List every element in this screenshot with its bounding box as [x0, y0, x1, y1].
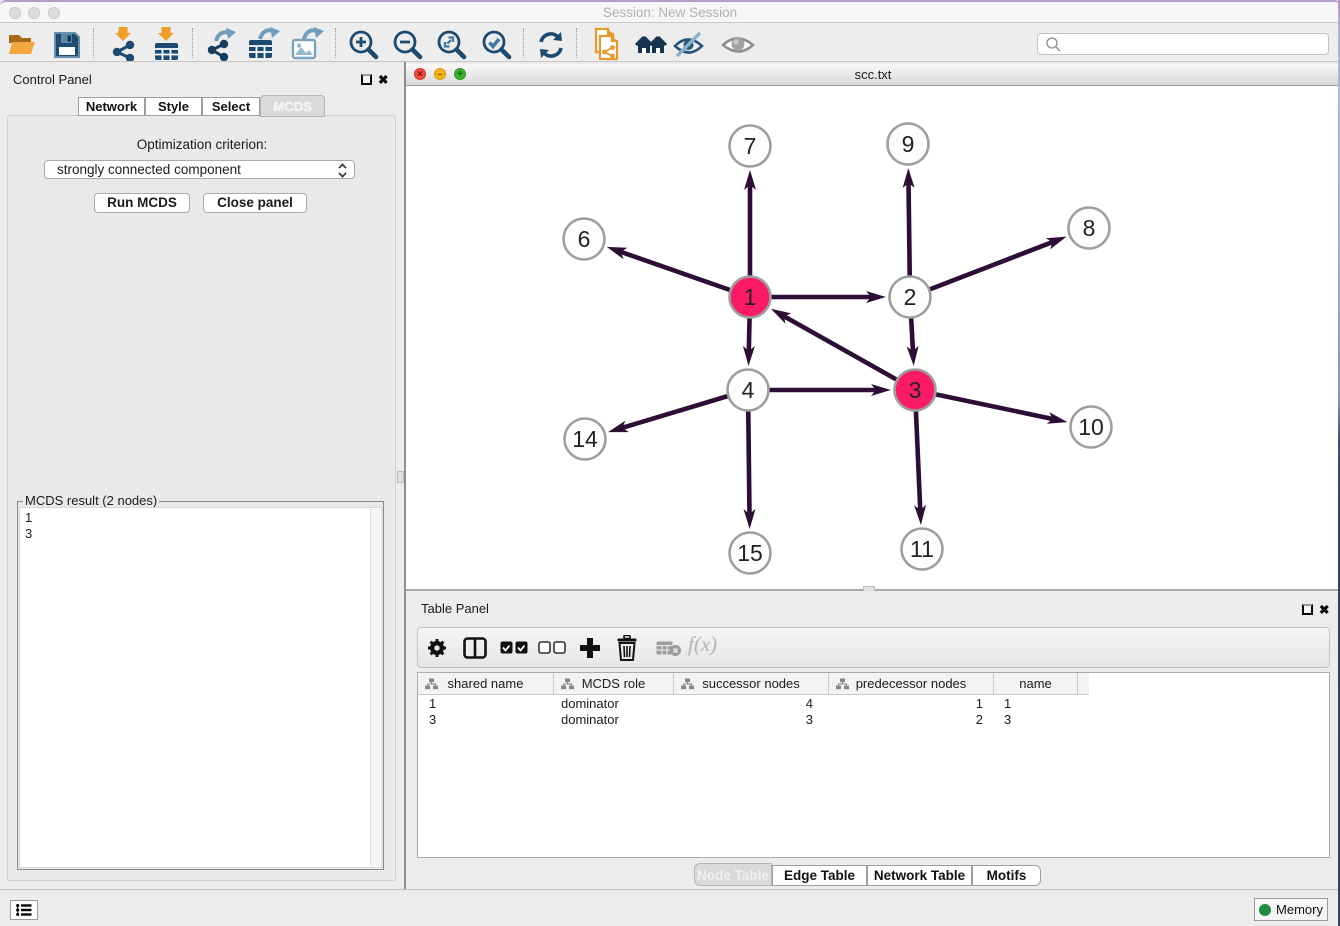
svg-text:8: 8 — [1083, 215, 1096, 241]
svg-text:14: 14 — [572, 426, 598, 452]
svg-text:15: 15 — [737, 540, 763, 566]
svg-text:10: 10 — [1078, 414, 1104, 440]
svg-text:11: 11 — [910, 536, 934, 562]
svg-text:6: 6 — [578, 226, 591, 252]
svg-text:2: 2 — [904, 284, 917, 310]
svg-text:9: 9 — [902, 131, 915, 157]
svg-text:7: 7 — [744, 133, 757, 159]
svg-text:3: 3 — [909, 377, 922, 403]
svg-text:4: 4 — [742, 377, 755, 403]
svg-text:1: 1 — [744, 284, 757, 310]
